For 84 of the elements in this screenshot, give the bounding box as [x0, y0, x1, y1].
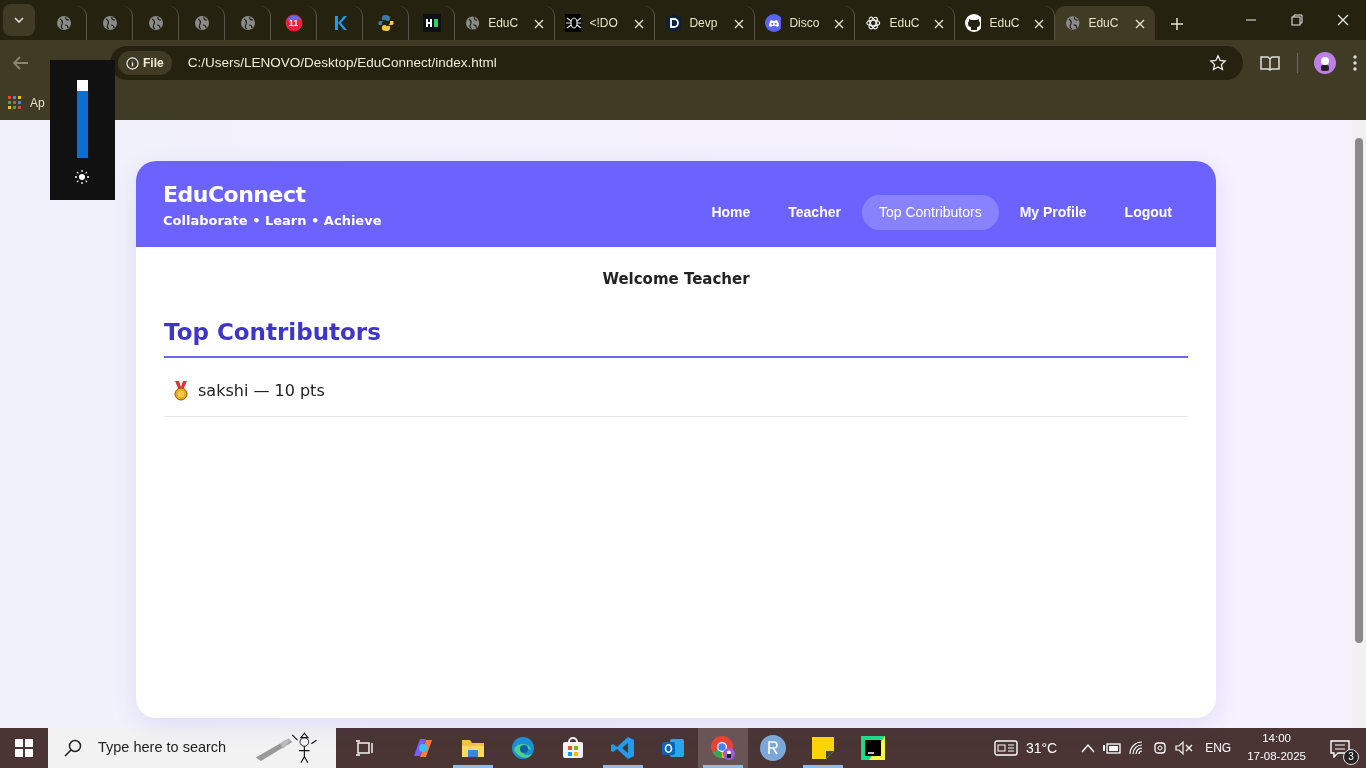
globe-icon: [193, 15, 210, 31]
apps-grid-icon: [8, 96, 22, 110]
tab-title: EduC: [889, 15, 921, 32]
globe-icon: [1065, 15, 1081, 31]
tab-title: Disco: [789, 15, 821, 32]
language-indicator[interactable]: ENG: [1205, 739, 1232, 757]
camera-icon[interactable]: [1153, 740, 1168, 756]
welcome-message: Welcome Teacher: [602, 270, 750, 288]
info-icon: [126, 56, 139, 70]
copilot-icon: [411, 736, 435, 760]
badge-count: 11: [287, 19, 300, 28]
python-logo-icon: [376, 14, 395, 32]
star-icon[interactable]: [1209, 54, 1227, 72]
r-logo-icon: [760, 735, 786, 761]
tab-title: Devp: [689, 15, 719, 32]
globe-icon: [101, 15, 118, 31]
profile-avatar-icon[interactable]: [1314, 52, 1336, 74]
plus-icon: [1171, 18, 1183, 31]
notification-icon[interactable]: [1330, 739, 1350, 758]
tab-title: EduC: [1088, 15, 1120, 32]
github-logo-icon: [965, 14, 982, 32]
d-logo-icon: [665, 14, 682, 32]
close-icon: [934, 19, 944, 30]
close-icon: [534, 19, 544, 30]
weather-text[interactable]: 31°C: [1025, 737, 1058, 759]
discord-logo-icon: [765, 14, 782, 32]
nav-link[interactable]: Home: [694, 194, 768, 230]
tab-title: EduC: [488, 15, 520, 32]
nav-link[interactable]: My Profile: [1002, 194, 1104, 230]
search-highlight-drawing: [254, 730, 320, 766]
square-logo-icon: [422, 14, 441, 32]
url-text: C:/Users/LENOVO/Desktop/EduConnect/index.html: [187, 53, 498, 72]
close-icon: [1034, 19, 1044, 30]
mail-app-icon: [661, 736, 685, 760]
scrollbar[interactable]: [1352, 120, 1366, 728]
globe-icon: [147, 15, 164, 31]
section-heading: Top Contributors: [164, 315, 1188, 358]
restore-icon: [1291, 14, 1303, 26]
battery-icon[interactable]: [1103, 742, 1122, 754]
notification-count: 3: [1343, 748, 1359, 765]
site-info-chip[interactable]: File: [118, 51, 172, 75]
store-bag-icon: [561, 736, 585, 760]
sticky-note-icon: [811, 736, 835, 760]
medal-icon: [172, 380, 190, 401]
nav-link[interactable]: Teacher: [771, 194, 858, 230]
close-icon: [734, 19, 744, 30]
browser-tab[interactable]: EduC: [1055, 6, 1155, 40]
brand-title: EduConnect: [163, 180, 307, 209]
nav-link[interactable]: Logout: [1107, 194, 1189, 230]
apps-bookmark[interactable]: Ap: [8, 94, 45, 112]
globe-icon: [55, 15, 72, 31]
chrome-browser-icon: [710, 735, 736, 761]
close-icon: [1337, 14, 1349, 26]
globe-icon: [239, 15, 256, 31]
taskbar-search-box[interactable]: Type here to search: [48, 728, 336, 768]
reading-mode-icon[interactable]: [1259, 54, 1281, 72]
close-icon: [1135, 19, 1145, 30]
folder-icon: [461, 737, 485, 759]
tagline: Collaborate • Learn • Achieve: [163, 211, 382, 230]
bug-icon: [565, 14, 582, 32]
close-icon: [834, 19, 844, 30]
speaker-muted-icon[interactable]: [1175, 741, 1194, 755]
caret-down-icon: [14, 17, 24, 23]
tab-title: EduC: [989, 15, 1021, 32]
news-widget-icon[interactable]: [993, 740, 1018, 756]
back-icon[interactable]: [12, 54, 30, 72]
brightness-icon: [75, 170, 89, 184]
code-editor-icon: [611, 736, 635, 760]
contributor-entry: sakshi — 10 pts: [198, 379, 325, 402]
search-field[interactable]: Type here to search: [98, 737, 238, 759]
tab-search-button[interactable]: [3, 4, 35, 36]
clock[interactable]: 14:00 17-08-2025: [1247, 730, 1306, 766]
windows-logo-icon: [15, 739, 33, 757]
globe-icon: [465, 15, 481, 31]
calendar-icon: [284, 14, 303, 32]
tab-title: <!DO: [589, 15, 619, 32]
edge-browser-icon: [511, 736, 535, 760]
ide-logo-icon: [861, 736, 885, 760]
menu-icon[interactable]: [1352, 54, 1358, 72]
search-icon: [64, 739, 82, 757]
address-bar[interactable]: File C:/Users/LENOVO/Desktop/EduConnect/index.html: [110, 46, 1243, 80]
chevron-up-icon[interactable]: [1081, 743, 1096, 753]
knot-logo-icon: [865, 14, 882, 32]
close-icon: [634, 19, 644, 30]
